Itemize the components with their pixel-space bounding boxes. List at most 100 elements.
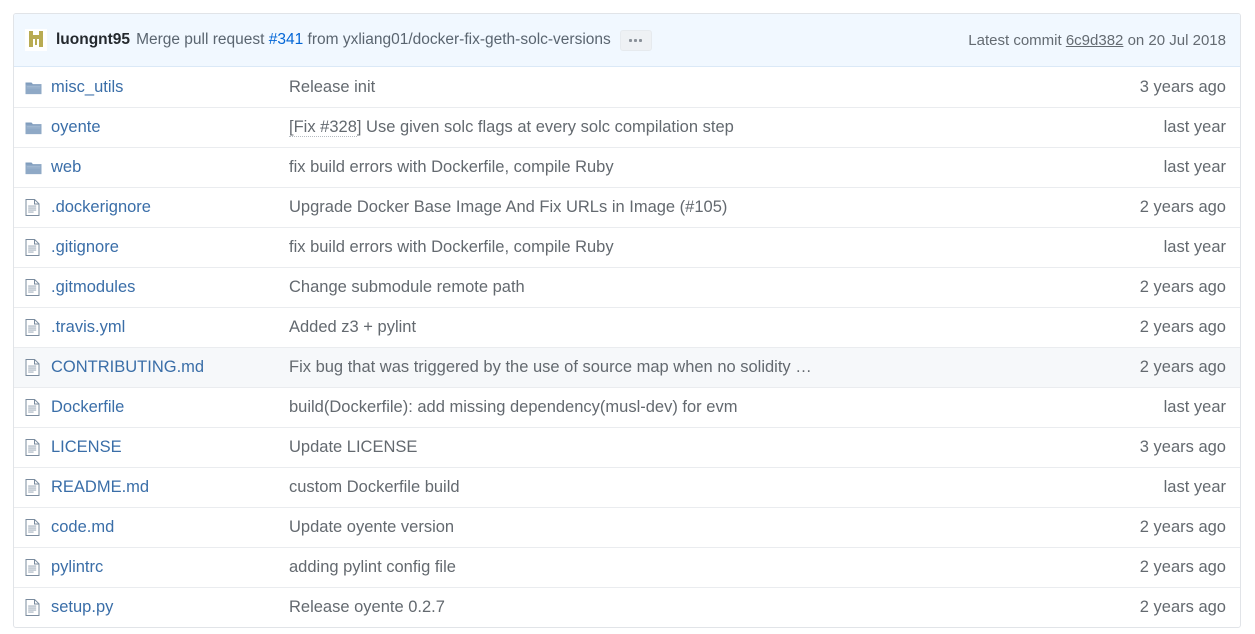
file-icon [25, 519, 51, 536]
file-name-cell: pylintrc [51, 558, 289, 577]
file-icon [25, 439, 51, 456]
file-name-link[interactable]: README.md [51, 478, 149, 496]
table-row[interactable]: web fix build errors with Dockerfile, com… [14, 147, 1240, 187]
file-name-cell: setup.py [51, 598, 289, 617]
folder-icon [25, 80, 51, 95]
commit-age: 2 years ago [1139, 518, 1226, 536]
commit-age: 2 years ago [1139, 598, 1226, 616]
file-name-cell: README.md [51, 478, 289, 497]
file-name-link[interactable]: CONTRIBUTING.md [51, 358, 204, 376]
repo-file-table: luongnt95 Merge pull request #341 from y… [13, 13, 1241, 628]
commit-age: last year [1163, 238, 1226, 256]
commit-date: on 20 Jul 2018 [1127, 31, 1226, 49]
file-name-link[interactable]: Dockerfile [51, 398, 124, 416]
folder-icon [25, 120, 51, 135]
file-name-cell: .dockerignore [51, 198, 289, 217]
table-row[interactable]: .travis.yml Added z3 + pylint 2 years ago [14, 307, 1240, 347]
table-row[interactable]: oyente [Fix #328] Use given solc flags at… [14, 107, 1240, 147]
file-icon [25, 479, 51, 496]
latest-commit-header: luongnt95 Merge pull request #341 from y… [14, 14, 1240, 67]
file-name-cell: LICENSE [51, 438, 289, 457]
commit-age: 2 years ago [1139, 558, 1226, 576]
ellipsis-dot-icon [629, 38, 633, 42]
file-name-link[interactable]: oyente [51, 118, 101, 136]
table-row[interactable]: misc_utils Release init 3 years ago [14, 67, 1240, 107]
commit-age: last year [1163, 398, 1226, 416]
expand-commit-message-button[interactable] [619, 29, 652, 51]
table-row[interactable]: .gitmodules Change submodule remote path 2… [14, 267, 1240, 307]
file-list: misc_utils Release init 3 years ago oyente[… [14, 67, 1240, 627]
file-name-cell: code.md [51, 518, 289, 537]
file-icon [25, 319, 51, 336]
file-name-cell: CONTRIBUTING.md [51, 358, 289, 377]
file-icon [25, 559, 51, 576]
file-name-cell: .travis.yml [51, 318, 289, 337]
file-name-cell: .gitignore [51, 238, 289, 257]
commit-message-cell[interactable]: Change submodule remote path [289, 278, 1140, 297]
commit-message-abbr: [Fix #328 [289, 118, 357, 137]
file-name-link[interactable]: .dockerignore [51, 198, 151, 216]
file-name-link[interactable]: .travis.yml [51, 318, 125, 336]
commit-author[interactable]: luongnt95 [56, 31, 130, 49]
file-name-link[interactable]: pylintrc [51, 558, 103, 576]
table-row[interactable]: pylintrc adding pylint config file 2 years… [14, 547, 1240, 587]
file-name-link[interactable]: code.md [51, 518, 114, 536]
commit-age: 3 years ago [1139, 77, 1226, 96]
file-icon [25, 599, 51, 616]
commit-message-cell[interactable]: custom Dockerfile build [289, 478, 1164, 497]
table-row[interactable]: .gitignore fix build errors with Dockerfi… [14, 227, 1240, 267]
commit-message-cell[interactable]: Added z3 + pylint [289, 318, 1140, 337]
table-row[interactable]: .dockerignore Upgrade Docker Base Image A… [14, 187, 1240, 227]
commit-message-cell[interactable]: build(Dockerfile): add missing dependenc… [289, 398, 1164, 417]
file-name-link[interactable]: LICENSE [51, 438, 122, 456]
file-icon [25, 279, 51, 296]
file-name-link[interactable]: .gitmodules [51, 278, 135, 296]
file-icon [25, 359, 51, 376]
avatar [25, 29, 47, 51]
file-name-link[interactable]: misc_utils [51, 78, 123, 96]
folder-icon [25, 160, 51, 175]
pull-request-link[interactable]: #341 [269, 31, 303, 48]
commit-age: last year [1163, 118, 1226, 136]
commit-message: Merge pull request #341 from yxliang01/d… [136, 31, 611, 49]
commit-age: 3 years ago [1139, 438, 1226, 456]
commit-message-suffix: from yxliang01/docker-fix-geth-solc-vers… [303, 31, 611, 48]
table-row[interactable]: Dockerfile build(Dockerfile): add missing… [14, 387, 1240, 427]
commit-message-prefix: Merge pull request [136, 31, 269, 48]
commit-message-cell[interactable]: Upgrade Docker Base Image And Fix URLs i… [289, 198, 1140, 217]
table-row[interactable]: LICENSE Update LICENSE 3 years ago [14, 427, 1240, 467]
file-name-link[interactable]: web [51, 158, 81, 176]
commit-message-cell[interactable]: Release oyente 0.2.7 [289, 598, 1140, 617]
commit-message-cell[interactable]: fix build errors with Dockerfile, compil… [289, 238, 1164, 257]
commit-sha-link[interactable]: 6c9d382 [1066, 32, 1124, 49]
file-name-cell: misc_utils [51, 78, 289, 97]
table-row[interactable]: setup.py Release oyente 0.2.7 2 years ago [14, 587, 1240, 627]
commit-message-cell[interactable]: fix build errors with Dockerfile, compil… [289, 158, 1164, 177]
file-name-link[interactable]: .gitignore [51, 238, 119, 256]
ellipsis-dot-icon [639, 38, 643, 42]
latest-commit-label: Latest commit [968, 31, 1062, 49]
commit-age: 2 years ago [1139, 278, 1226, 296]
commit-message-cell[interactable]: Fix bug that was triggered by the use of… [289, 358, 1140, 377]
commit-age: 2 years ago [1139, 198, 1226, 216]
file-icon [25, 399, 51, 416]
file-name-link[interactable]: setup.py [51, 598, 113, 616]
commit-message-cell[interactable]: Update oyente version [289, 518, 1140, 537]
commit-message-cell[interactable]: adding pylint config file [289, 558, 1140, 577]
file-name-cell: web [51, 158, 289, 177]
file-icon [25, 239, 51, 256]
commit-message-cell[interactable]: [Fix #328] Use given solc flags at every… [289, 118, 1164, 137]
commit-age: 2 years ago [1139, 318, 1226, 336]
table-row[interactable]: CONTRIBUTING.md Fix bug that was triggere… [14, 347, 1240, 387]
file-name-cell: Dockerfile [51, 398, 289, 417]
commit-age: last year [1163, 478, 1226, 496]
commit-age: last year [1163, 158, 1226, 176]
file-icon [25, 199, 51, 216]
commit-message-cell[interactable]: Release init [289, 78, 1140, 97]
file-name-cell: oyente [51, 118, 289, 137]
commit-age: 2 years ago [1139, 358, 1226, 376]
latest-commit-meta: Latest commit 6c9d382 on 20 Jul 2018 [968, 32, 1226, 49]
table-row[interactable]: README.md custom Dockerfile build last yea… [14, 467, 1240, 507]
commit-message-cell[interactable]: Update LICENSE [289, 438, 1140, 457]
table-row[interactable]: code.md Update oyente version 2 years ago [14, 507, 1240, 547]
